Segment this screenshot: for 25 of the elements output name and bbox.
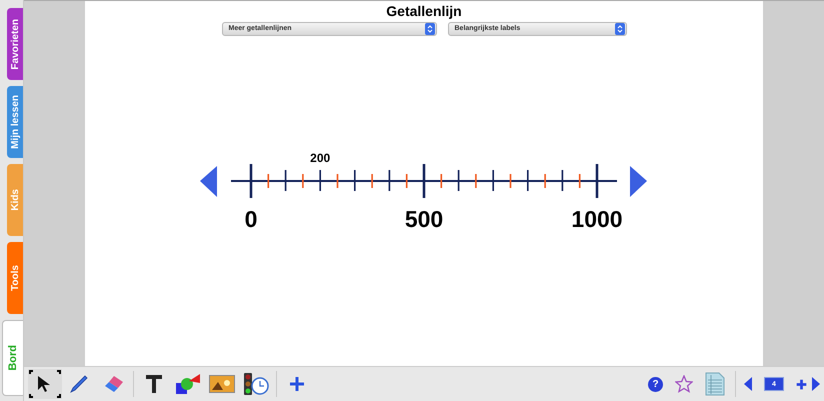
letter-t-icon bbox=[145, 374, 163, 394]
side-tab[interactable]: Tools bbox=[7, 242, 23, 314]
star-icon[interactable] bbox=[675, 375, 693, 393]
page-title: Getallenlijn bbox=[386, 2, 462, 20]
tool-button[interactable] bbox=[28, 369, 62, 399]
photo-icon bbox=[209, 375, 235, 393]
number-label: 500 bbox=[404, 208, 444, 231]
dropdown-arrows-icon bbox=[424, 23, 434, 35]
side-tab[interactable]: Favorieten bbox=[7, 8, 23, 80]
side-tab[interactable]: Mijn lessen bbox=[7, 86, 23, 158]
left-arrow-button[interactable] bbox=[200, 166, 217, 197]
traffic-light-clock-icon bbox=[243, 372, 269, 396]
pen-icon bbox=[69, 374, 89, 394]
right-arrow-button[interactable] bbox=[630, 166, 647, 197]
previous-page-icon[interactable] bbox=[744, 377, 752, 391]
number-label: 1000 bbox=[571, 208, 623, 231]
help-button[interactable]: ? bbox=[648, 376, 663, 392]
side-tab[interactable]: Bord bbox=[2, 320, 23, 396]
dropdown-arrows-icon bbox=[614, 23, 624, 35]
number-label: 0 bbox=[244, 208, 258, 231]
marker-label: 200 bbox=[310, 152, 330, 164]
shapes-icon bbox=[175, 373, 201, 395]
next-page-icon[interactable] bbox=[812, 377, 820, 391]
plus-icon bbox=[289, 376, 305, 392]
add-page-icon[interactable] bbox=[796, 378, 807, 390]
